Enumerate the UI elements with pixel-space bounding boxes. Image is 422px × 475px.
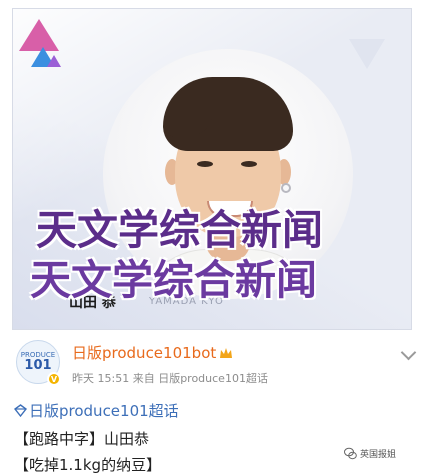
wechat-icon (344, 447, 357, 460)
chevron-down-icon[interactable] (400, 344, 417, 361)
author-row: 日版produce101bot (72, 342, 233, 363)
post-text-line: 【吃掉1.1kg的纳豆】 (14, 456, 162, 474)
crown-icon (220, 347, 233, 358)
gray-triangle-decoration (349, 39, 385, 69)
avatar-brand-number: 101 (24, 358, 52, 373)
post-text-line: 【跑路中字】山田恭 (14, 430, 150, 448)
post-meta: 昨天 15:51 来自 日版produce101超话 (72, 372, 268, 385)
purple-triangle-decoration (47, 55, 61, 67)
portrait-earring (281, 183, 291, 193)
overlay-title-repeat: 天文学综合新闻 (30, 256, 317, 304)
diamond-topic-icon (14, 404, 27, 417)
verified-badge-icon: V (47, 372, 61, 386)
watermark-text: 英国报姐 (360, 450, 397, 460)
author-name-link[interactable]: 日版produce101bot (72, 342, 216, 363)
topic-link[interactable]: 日版produce101超话 (29, 400, 179, 421)
portrait-eye (241, 161, 257, 167)
source-watermark: 英国报姐 (344, 447, 396, 460)
topic-link-row[interactable]: 日版produce101超话 (14, 400, 179, 421)
portrait-eye (197, 161, 213, 167)
